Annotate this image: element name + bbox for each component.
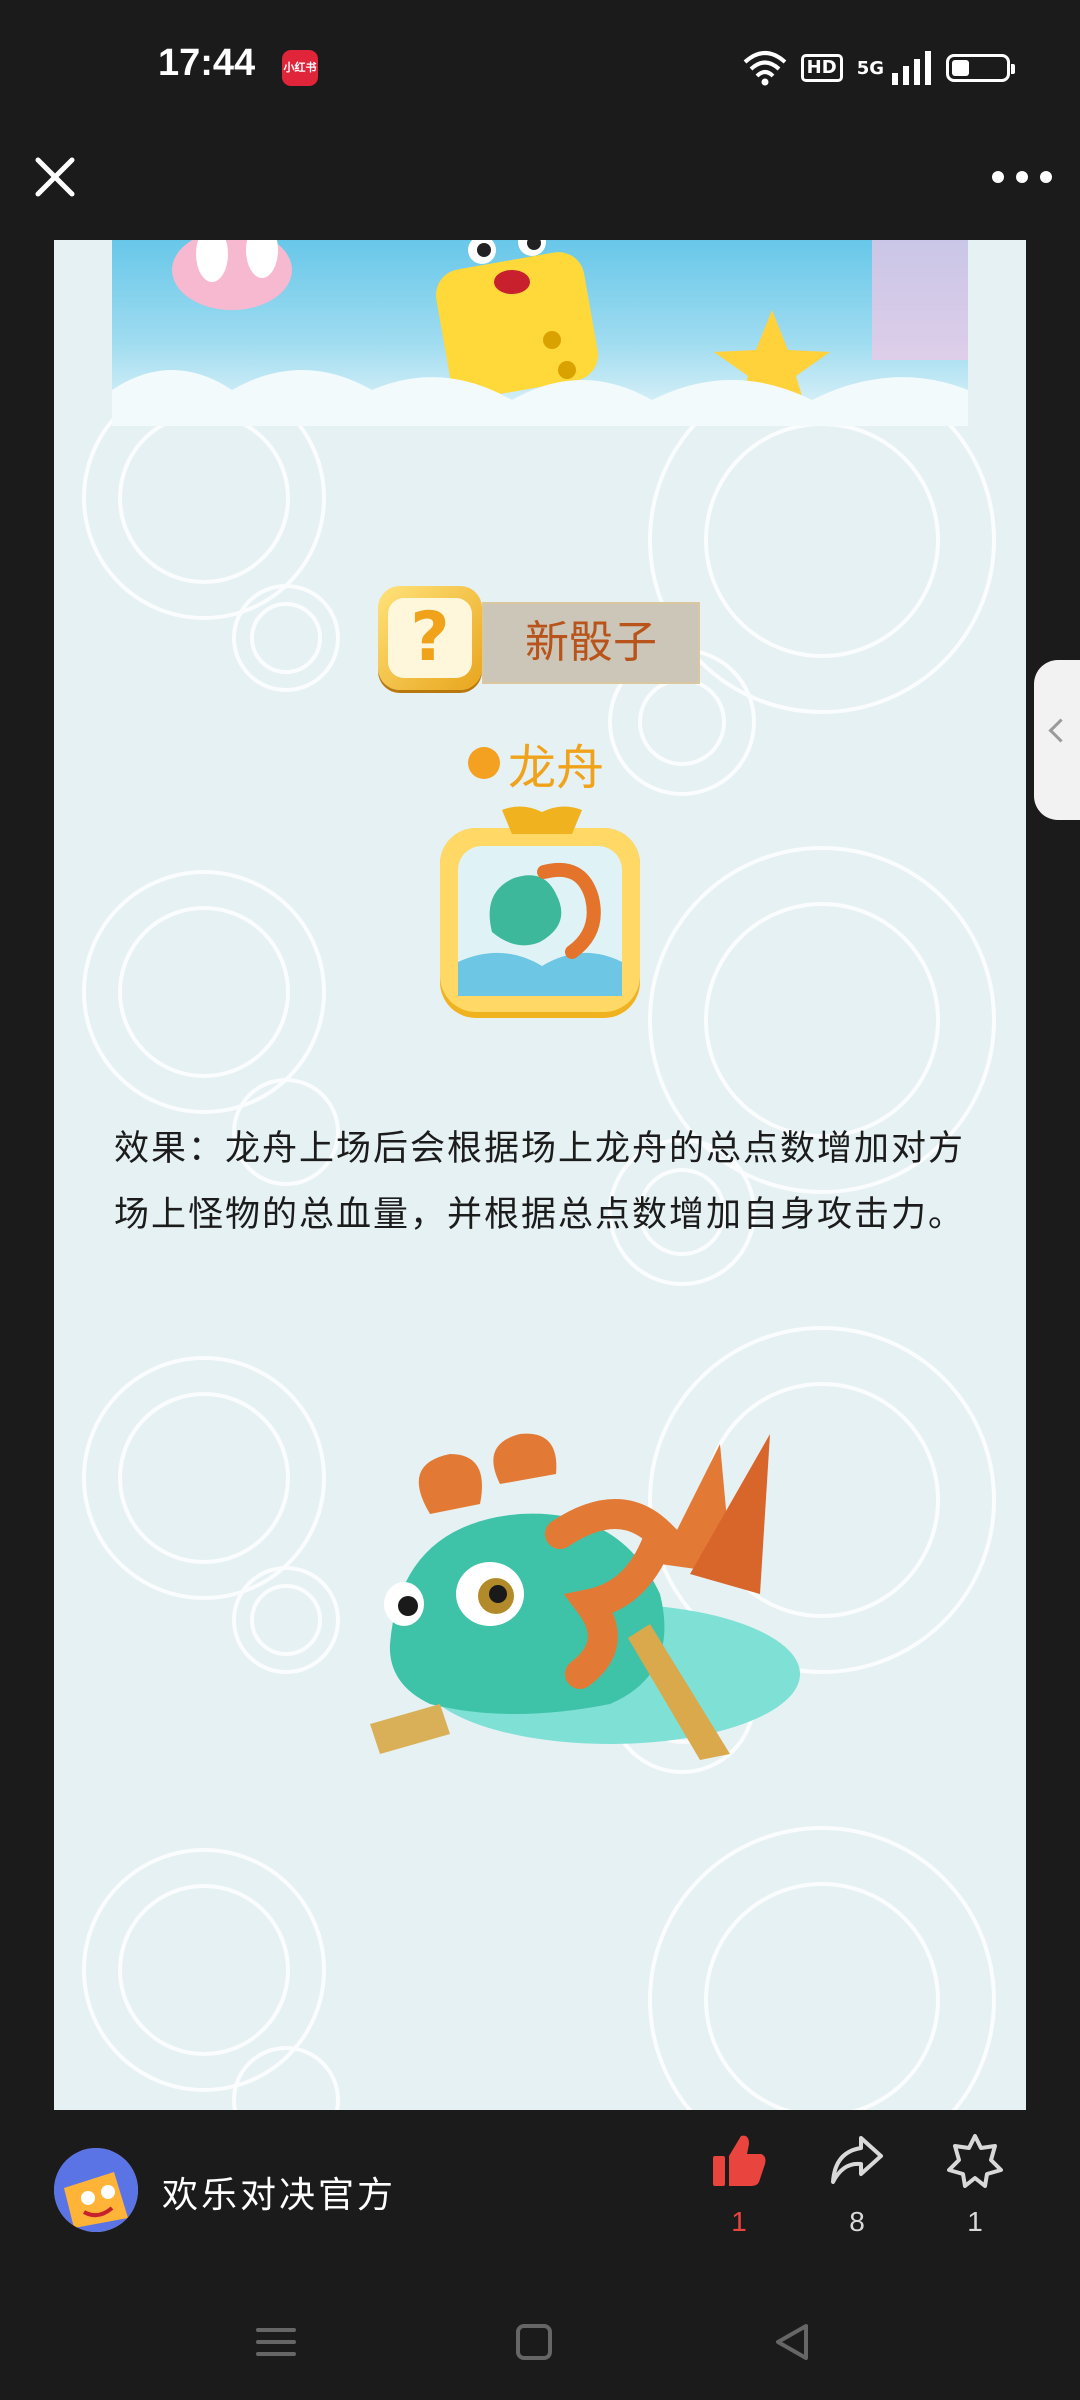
- dragon-boat-character-image: [370, 1433, 800, 1760]
- more-dot-icon: [1016, 171, 1028, 183]
- network-label: 5G: [856, 57, 884, 79]
- battery-level: [952, 60, 970, 76]
- status-time: 17:44: [158, 42, 256, 84]
- hd-badge: HD: [800, 54, 843, 82]
- share-button[interactable]: 8: [817, 2134, 897, 2238]
- more-dot-icon: [1040, 171, 1052, 183]
- system-nav-bar: [0, 2280, 1080, 2400]
- more-dot-icon: [992, 171, 1004, 183]
- author-avatar[interactable]: [54, 2148, 138, 2232]
- star-badge-icon: [947, 2134, 1003, 2188]
- dragon-boat-dice-icon: [440, 806, 640, 1018]
- question-mark-icon: ?: [388, 598, 472, 678]
- home-square-icon: [516, 2324, 552, 2360]
- home-button[interactable]: [504, 2312, 564, 2372]
- menu-icon: [256, 2328, 296, 2356]
- close-icon: [35, 157, 75, 197]
- collect-count: 1: [967, 2206, 983, 2237]
- banner-illustration: [112, 240, 968, 426]
- thumbs-up-icon: [713, 2135, 766, 2186]
- back-button[interactable]: [762, 2312, 822, 2372]
- share-icon: [831, 2136, 883, 2184]
- section-title: 新骰子: [482, 602, 700, 684]
- bottom-action-bar: 欢乐对决官方 1 8 1: [0, 2110, 1080, 2280]
- bullet-dot-icon: [468, 747, 500, 779]
- share-count: 8: [849, 2206, 865, 2237]
- header-banner-image: [112, 240, 968, 426]
- side-panel-handle[interactable]: [1034, 660, 1080, 820]
- collect-button[interactable]: 1: [935, 2134, 1015, 2238]
- mystery-dice-icon: ?: [378, 586, 482, 690]
- more-options-button[interactable]: [992, 150, 1052, 204]
- app-notification-icon: 小红书: [282, 50, 318, 86]
- wifi-icon: [743, 51, 787, 86]
- dice-name-row: 龙舟: [468, 728, 604, 798]
- close-button[interactable]: [28, 150, 82, 204]
- like-count: 1: [731, 2206, 747, 2237]
- status-icons: HD 5G: [743, 46, 1015, 90]
- recents-button[interactable]: [246, 2312, 306, 2372]
- status-bar: 17:44 小红书 HD 5G: [0, 0, 1080, 130]
- dice-name: 龙舟: [508, 740, 605, 796]
- back-triangle-icon: [776, 2324, 808, 2360]
- top-toolbar: [0, 130, 1080, 240]
- like-button[interactable]: 1: [699, 2134, 779, 2238]
- effect-description: 效果：龙舟上场后会根据场上龙舟的总点数增加对方场上怪物的总血量，并根据总点数增加…: [114, 1129, 966, 1235]
- battery-icon: [946, 54, 1015, 82]
- signal-icon: [892, 51, 931, 85]
- avatar-image: [54, 2148, 138, 2232]
- author-name[interactable]: 欢乐对决官方: [162, 2166, 396, 2218]
- post-image: ? 新骰子 龙舟 效果：龙舟上场后会根据场上龙舟的总点数增加对方场上怪物的总血量…: [54, 240, 1026, 2110]
